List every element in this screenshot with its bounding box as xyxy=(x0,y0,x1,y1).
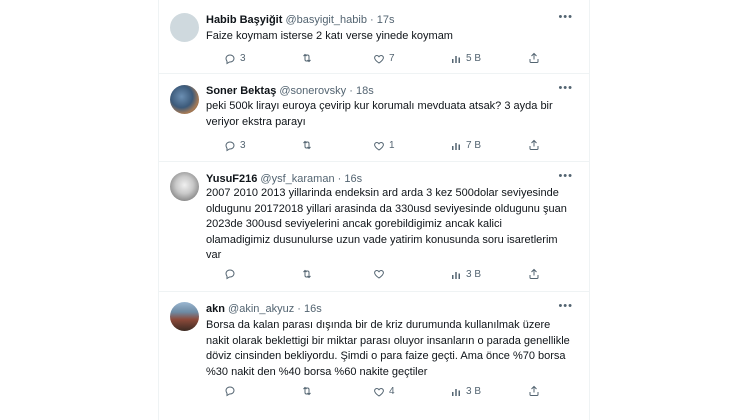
tweet-text: peki 500k lirayı euroya çevirip kur koru… xyxy=(206,100,553,128)
tweet-actions: 3 1 7 B xyxy=(206,139,566,153)
views-icon xyxy=(452,389,460,396)
timestamp[interactable]: 16s xyxy=(344,173,362,185)
reply-tweet[interactable]: Soner Bektaş @sonerovsky · 18s ••• peki … xyxy=(159,74,589,162)
share-icon xyxy=(529,268,539,279)
reply-count: 3 xyxy=(240,140,246,151)
like-count: 4 xyxy=(389,386,395,397)
retweet-icon xyxy=(303,140,311,150)
share-button[interactable] xyxy=(528,139,540,151)
tweet-actions: 4 3 B xyxy=(206,385,566,399)
like-button[interactable]: 4 xyxy=(373,385,395,399)
heart-icon xyxy=(374,54,384,64)
avatar[interactable] xyxy=(170,302,199,331)
tweet-header: akn @akin_akyuz · 16s xyxy=(206,302,322,316)
reply-icon xyxy=(225,54,235,65)
retweet-icon xyxy=(303,269,311,279)
views-count: 7 B xyxy=(466,140,482,151)
views-icon xyxy=(452,56,460,63)
heart-icon xyxy=(374,387,384,397)
author-name[interactable]: Soner Bektaş xyxy=(206,85,276,97)
author-handle[interactable]: @basyigit_habib xyxy=(285,14,367,26)
timestamp[interactable]: 16s xyxy=(304,303,322,315)
retweet-button[interactable] xyxy=(301,139,317,151)
views-button[interactable]: 5 B xyxy=(450,52,481,66)
reply-button[interactable]: 3 xyxy=(224,52,246,66)
more-icon[interactable]: ••• xyxy=(558,300,573,312)
reply-icon xyxy=(225,386,235,397)
tweet-header: Soner Bektaş @sonerovsky · 18s xyxy=(206,84,374,98)
retweet-button[interactable] xyxy=(301,385,317,397)
reply-icon xyxy=(225,141,235,152)
views-icon xyxy=(452,272,460,279)
share-button[interactable] xyxy=(528,385,540,397)
like-count: 1 xyxy=(389,140,395,151)
reply-tweet[interactable]: akn @akin_akyuz · 16s ••• Borsa da kalan… xyxy=(159,292,589,420)
views-icon xyxy=(452,143,460,150)
separator: · xyxy=(349,85,353,97)
tweet-text: 2007 2010 2013 yillarinda endeksin ard a… xyxy=(206,187,567,261)
retweet-button[interactable] xyxy=(301,268,317,280)
tweet-header: YusuF216 @ysf_karaman · 16s xyxy=(206,172,362,186)
heart-icon xyxy=(374,269,384,279)
more-icon[interactable]: ••• xyxy=(558,170,573,182)
reply-count: 3 xyxy=(240,53,246,64)
separator: · xyxy=(337,173,342,185)
author-name[interactable]: Habib Başyiğit xyxy=(206,14,282,26)
more-icon[interactable]: ••• xyxy=(558,11,573,23)
tweet-actions: 3 7 5 B xyxy=(206,52,566,66)
author-name[interactable]: akn xyxy=(206,303,225,315)
separator: · xyxy=(370,14,374,26)
reply-tweet[interactable]: Habib Başyiğit @basyigit_habib · 17s •••… xyxy=(159,0,589,74)
retweet-button[interactable] xyxy=(301,52,317,64)
separator: · xyxy=(297,303,301,315)
like-button[interactable] xyxy=(373,268,389,280)
share-button[interactable] xyxy=(528,268,540,280)
reply-tweet[interactable]: YusuF216 @ysf_karaman · 16s ••• 2007 201… xyxy=(159,162,589,292)
reply-button[interactable] xyxy=(224,268,240,280)
author-handle[interactable]: @ysf_karaman xyxy=(260,173,334,185)
replies-feed: Habib Başyiğit @basyigit_habib · 17s •••… xyxy=(158,0,590,420)
views-count: 5 B xyxy=(466,53,482,64)
more-icon[interactable]: ••• xyxy=(558,82,573,94)
author-handle[interactable]: @akin_akyuz xyxy=(228,303,294,315)
avatar[interactable] xyxy=(170,85,199,114)
share-icon xyxy=(529,52,539,63)
like-count: 7 xyxy=(389,53,395,64)
tweet-actions: 3 B xyxy=(206,268,566,282)
tweet-header: Habib Başyiğit @basyigit_habib · 17s xyxy=(206,13,395,27)
share-icon xyxy=(529,385,539,396)
timestamp[interactable]: 17s xyxy=(377,14,395,26)
views-button[interactable]: 3 B xyxy=(450,385,481,399)
views-count: 3 B xyxy=(466,386,482,397)
share-button[interactable] xyxy=(528,52,540,64)
timestamp[interactable]: 18s xyxy=(356,85,374,97)
views-button[interactable]: 3 B xyxy=(450,268,481,282)
reply-button[interactable] xyxy=(224,385,240,397)
heart-icon xyxy=(374,141,384,151)
retweet-icon xyxy=(303,386,311,396)
reply-icon xyxy=(225,269,235,280)
views-button[interactable]: 7 B xyxy=(450,139,481,153)
author-handle[interactable]: @sonerovsky xyxy=(279,85,346,97)
like-button[interactable]: 1 xyxy=(373,139,395,153)
like-button[interactable]: 7 xyxy=(373,52,395,66)
views-count: 3 B xyxy=(466,269,482,280)
tweet-text: Borsa da kalan parası dışında bir de kri… xyxy=(206,319,570,378)
avatar[interactable] xyxy=(170,13,199,42)
author-name[interactable]: YusuF216 xyxy=(206,173,257,185)
reply-button[interactable]: 3 xyxy=(224,139,246,153)
tweet-text: Faize koymam isterse 2 katı verse yinede… xyxy=(206,30,453,42)
retweet-icon xyxy=(303,53,311,63)
share-icon xyxy=(529,139,539,150)
avatar[interactable] xyxy=(170,172,199,201)
